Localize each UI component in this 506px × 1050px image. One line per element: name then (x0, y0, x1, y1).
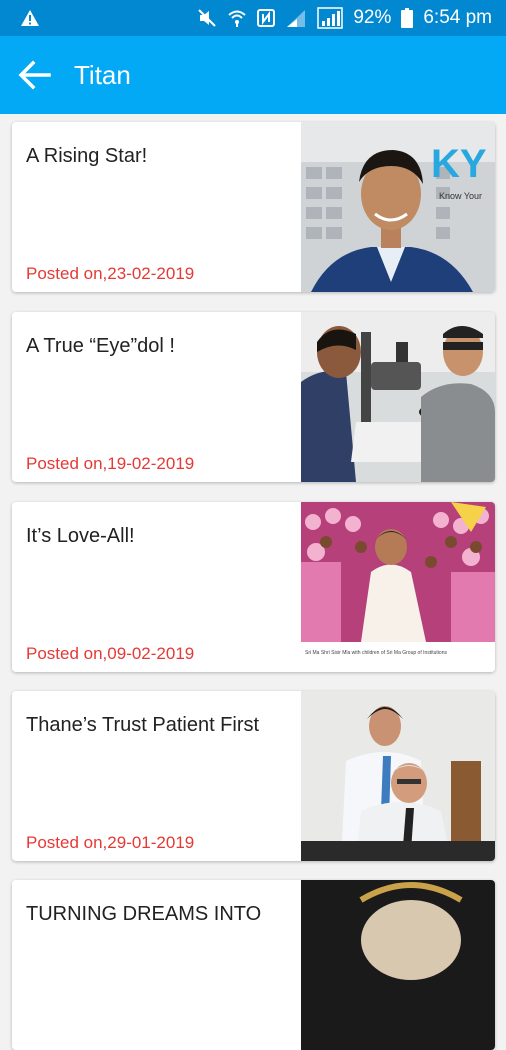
article-card[interactable]: A Rising Star! Posted on,23-02-2019 KY K… (12, 122, 495, 292)
posted-date: Posted on,23-02-2019 (26, 264, 195, 283)
battery-percent: 92% (353, 7, 392, 28)
back-button[interactable] (16, 57, 52, 93)
article-title: A True “Eye”dol ! (26, 335, 175, 357)
app-bar: Titan (0, 36, 506, 114)
posted-date: Posted on,29-01-2019 (26, 833, 195, 852)
article-thumbnail[interactable] (301, 312, 495, 482)
article-thumbnail[interactable] (301, 691, 495, 861)
article-thumbnail[interactable]: KY Know Your (301, 122, 495, 292)
article-title: TURNING DREAMS INTO (26, 903, 262, 925)
nfc-icon (257, 8, 276, 28)
article-thumbnail[interactable] (301, 880, 495, 1050)
article-title: A Rising Star! (26, 145, 148, 167)
article-card[interactable]: It’s Love-All! Posted on,09-02-2019 Sri … (12, 502, 495, 672)
mute-icon (197, 8, 217, 28)
battery-icon (401, 8, 414, 28)
magazine-logo-subtext: Know Your (439, 191, 482, 201)
posted-date: Posted on,09-02-2019 (26, 644, 195, 663)
article-card[interactable]: A True “Eye”dol ! Posted on,19-02-2019 (12, 312, 495, 482)
article-thumbnail[interactable]: Sri Ma Shri Sisir Mla with children of S… (301, 502, 495, 672)
magazine-logo-text: KY (431, 142, 487, 186)
article-title: It’s Love-All! (26, 525, 135, 547)
arrow-back-icon (18, 60, 51, 90)
wifi-icon (227, 8, 247, 28)
posted-date: Posted on,19-02-2019 (26, 454, 195, 473)
signal-icon (285, 8, 307, 28)
article-card[interactable]: TURNING DREAMS INTO (12, 880, 495, 1050)
clock: 6:54 pm (423, 7, 492, 28)
signal-icon-2 (317, 7, 344, 29)
svg-text:Sri Ma Shri Sisir Mla with chi: Sri Ma Shri Sisir Mla with children of S… (305, 650, 447, 656)
page-title: Titan (74, 59, 131, 90)
status-bar: 92% 6:54 pm (0, 0, 506, 36)
article-card[interactable]: Thane’s Trust Patient First Posted on,29… (12, 691, 495, 861)
article-title: Thane’s Trust Patient First (26, 714, 260, 736)
warning-icon (20, 9, 40, 27)
